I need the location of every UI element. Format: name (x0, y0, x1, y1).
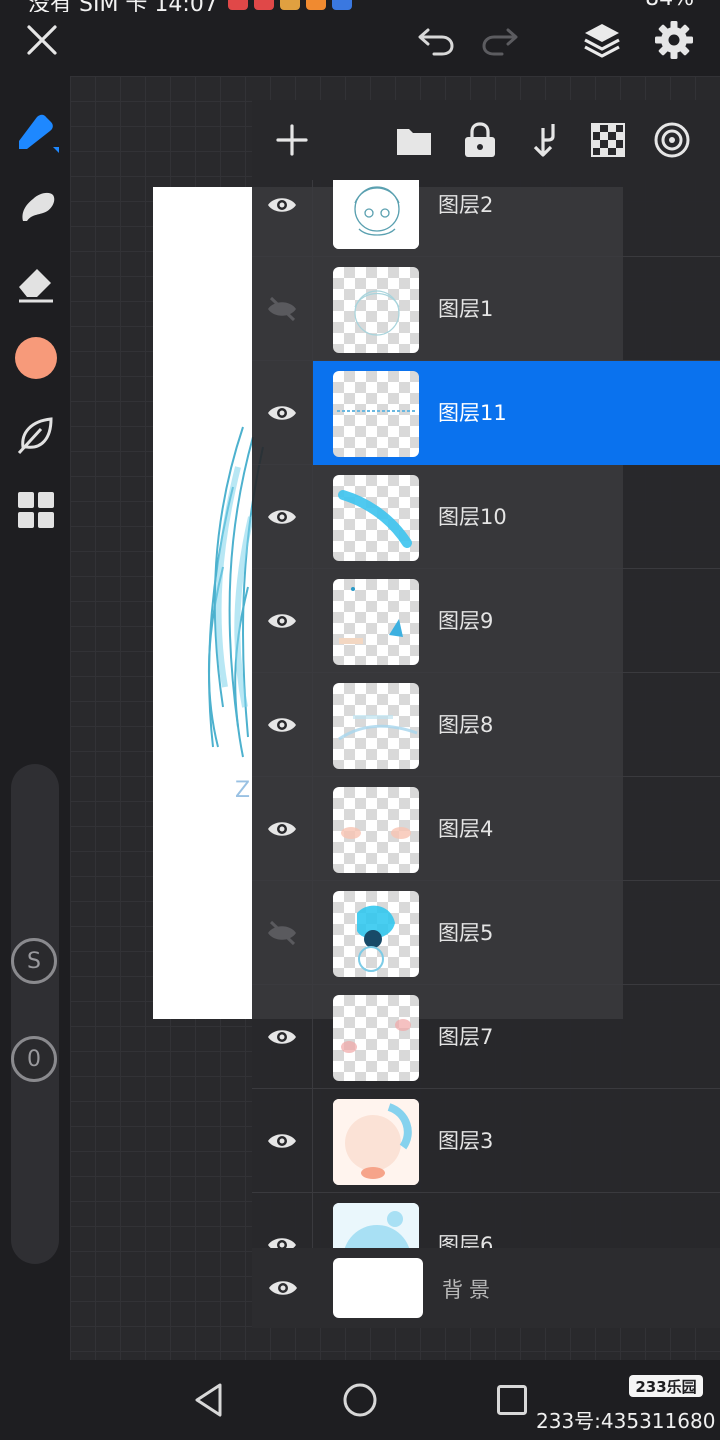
gear-icon[interactable] (650, 16, 698, 64)
layer-thumbnail (333, 579, 419, 665)
layer-thumbnail (333, 1099, 419, 1185)
folder-icon[interactable] (394, 120, 434, 160)
layer-row[interactable]: 图层1 (252, 257, 720, 361)
layer-thumbnail (333, 267, 419, 353)
grid-apps-icon[interactable] (12, 486, 60, 534)
status-bar: 没有 SIM 卡 14:07 84% (0, 0, 720, 12)
layer-row[interactable]: 图层3 (252, 1089, 720, 1193)
layer-name: 图层3 (438, 1129, 494, 1153)
eye-icon[interactable] (252, 180, 313, 257)
background-thumbnail (333, 1258, 423, 1318)
eye-icon[interactable] (252, 569, 313, 673)
layer-row[interactable]: 图层9 (252, 569, 720, 673)
smudge-icon[interactable] (12, 182, 60, 230)
eye-hidden-icon[interactable] (252, 257, 313, 361)
eye-icon[interactable] (252, 1089, 313, 1193)
brush-pen-icon[interactable] (12, 108, 60, 156)
layer-row[interactable]: 图层4 (252, 777, 720, 881)
eye-icon[interactable] (252, 1248, 313, 1328)
eye-icon[interactable] (252, 985, 313, 1089)
layer-name: 图层8 (438, 713, 494, 737)
layer-name: 图层9 (438, 609, 494, 633)
layer-row[interactable]: 图层2 (252, 180, 720, 257)
layer-name: 图层2 (438, 193, 494, 217)
layers-panel-header (252, 100, 720, 180)
layer-name: 图层4 (438, 817, 494, 841)
target-icon[interactable] (652, 120, 692, 160)
redo-icon[interactable] (478, 20, 522, 60)
layer-row[interactable]: 图层10 (252, 465, 720, 569)
notification-icons (228, 0, 352, 10)
layer-name: 图层5 (438, 921, 494, 945)
layer-row[interactable]: 图层5 (252, 881, 720, 985)
layer-row[interactable]: 图层6 (252, 1193, 720, 1248)
background-layer-name: 背景 (442, 1278, 496, 1302)
close-icon[interactable] (20, 18, 64, 62)
layer-thumbnail (333, 995, 419, 1081)
color-swatch[interactable] (12, 334, 60, 382)
transparency-icon[interactable] (588, 120, 628, 160)
layer-thumbnail (333, 787, 419, 873)
layer-row-selected[interactable]: 图层11 (252, 361, 720, 465)
layer-thumbnail (333, 891, 419, 977)
status-battery: 84% (645, 0, 694, 11)
eye-icon[interactable] (252, 1193, 313, 1248)
undo-icon[interactable] (414, 20, 458, 60)
eraser-icon[interactable] (12, 258, 60, 306)
watermark-text: 233号:435311680 (536, 1409, 716, 1433)
background-layer-row[interactable]: 背景 (252, 1248, 720, 1328)
layer-name: 图层11 (438, 401, 507, 425)
leaf-brush-icon[interactable] (12, 410, 60, 458)
eye-icon[interactable] (252, 777, 313, 881)
recents-icon[interactable] (490, 1378, 534, 1422)
opacity-knob[interactable]: 0 (11, 1036, 57, 1082)
layers-panel: 图层2 图层1 图层11 图层10 图层9 图层8 图层4 图层5 图层7 图层… (252, 100, 720, 1328)
layer-row[interactable]: 图层8 (252, 673, 720, 777)
eye-icon[interactable] (252, 361, 313, 465)
merge-down-icon[interactable] (524, 120, 564, 160)
size-knob[interactable]: S (11, 938, 57, 984)
watermark-logo: 233乐园 (629, 1375, 703, 1397)
home-icon[interactable] (338, 1378, 382, 1422)
layers-icon[interactable] (578, 16, 626, 64)
svg-text:Z: Z (235, 778, 250, 803)
layer-list[interactable]: 图层2 图层1 图层11 图层10 图层9 图层8 图层4 图层5 图层7 图层… (252, 180, 720, 1248)
top-toolbar: 没有 SIM 卡 14:07 84% (0, 0, 720, 76)
layer-name: 图层1 (438, 297, 494, 321)
layer-thumbnail (333, 1203, 419, 1248)
layer-thumbnail (333, 180, 419, 249)
back-icon[interactable] (186, 1378, 230, 1422)
add-layer-icon[interactable] (272, 120, 312, 160)
layer-name: 图层6 (438, 1233, 494, 1248)
status-carrier-time: 没有 SIM 卡 14:07 (28, 0, 218, 12)
layer-row[interactable]: 图层7 (252, 985, 720, 1089)
layer-thumbnail (333, 475, 419, 561)
eye-icon[interactable] (252, 465, 313, 569)
layer-thumbnail (333, 371, 419, 457)
eye-hidden-icon[interactable] (252, 881, 313, 985)
left-toolbar: S 0 (0, 76, 70, 1360)
layer-name: 图层7 (438, 1025, 494, 1049)
brush-size-slider[interactable]: S 0 (11, 764, 59, 1264)
eye-icon[interactable] (252, 673, 313, 777)
layer-name: 图层10 (438, 505, 507, 529)
lock-icon[interactable] (460, 120, 500, 160)
layer-thumbnail (333, 683, 419, 769)
